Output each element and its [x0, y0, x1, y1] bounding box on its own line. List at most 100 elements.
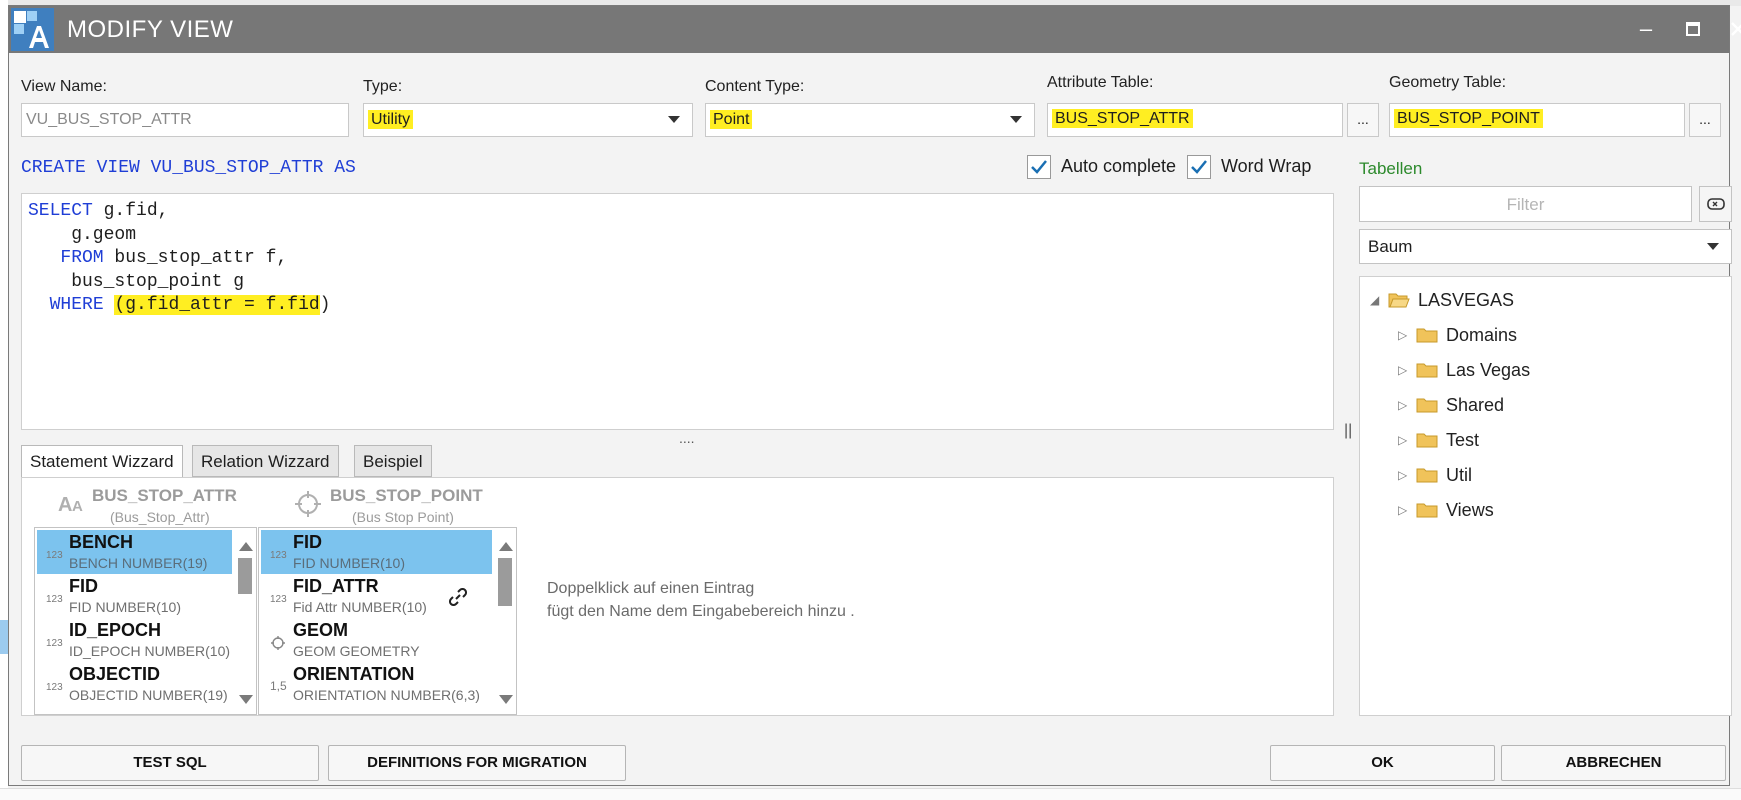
- left-column-list[interactable]: 123 BENCH BENCH NUMBER(19) 123 FID FID N…: [34, 527, 257, 715]
- view-name-field[interactable]: VU_BUS_STOP_ATTR: [21, 103, 349, 137]
- right-table-name: BUS_STOP_POINT: [330, 486, 483, 505]
- number-type-icon: 123: [270, 550, 287, 561]
- left-table-name: BUS_STOP_ATTR: [92, 486, 237, 505]
- expand-triangle-icon: ▷: [1398, 433, 1408, 447]
- chevron-down-icon: [1010, 116, 1022, 123]
- svg-text:A: A: [72, 498, 83, 514]
- minimize-button[interactable]: –: [1628, 12, 1664, 46]
- clear-filter-button[interactable]: [1699, 186, 1732, 222]
- geometry-table-field[interactable]: BUS_STOP_POINT: [1389, 103, 1685, 137]
- number-type-icon: 123: [46, 638, 63, 649]
- right-column-list[interactable]: 123 FID FID NUMBER(10) 123 FID_ATTR Fid …: [258, 527, 517, 715]
- content-type-value: Point: [710, 110, 753, 129]
- modify-view-dialog: MODIFY VIEW – View Name: VU_BUS_STOP_ATT…: [8, 5, 1741, 786]
- view-mode-select[interactable]: Baum: [1359, 229, 1732, 264]
- list-item[interactable]: 123 FID_ATTR Fid Attr NUMBER(10): [261, 574, 492, 618]
- scroll-up-icon[interactable]: [499, 542, 513, 551]
- background-app-sidebar: [0, 0, 8, 799]
- view-mode-value: Baum: [1368, 237, 1413, 256]
- filter-input[interactable]: Filter: [1359, 186, 1692, 222]
- number-type-icon: 123: [270, 594, 287, 605]
- maximize-icon: [1686, 22, 1700, 36]
- wizard-hint: Doppelklick auf einen Eintrag fügt den N…: [547, 580, 855, 620]
- list-item[interactable]: 1,5 ORIENTATION ORIENTATION NUMBER(6,3): [261, 662, 492, 706]
- type-label: Type:: [363, 78, 403, 95]
- crosshair-icon: [295, 491, 321, 517]
- attribute-table-value: BUS_STOP_ATTR: [1052, 109, 1193, 128]
- title-bar[interactable]: MODIFY VIEW –: [9, 6, 1741, 53]
- close-icon: [1731, 22, 1741, 36]
- content-type-label: Content Type:: [705, 78, 805, 95]
- background-selected-row: [0, 620, 8, 654]
- attribute-table-browse-button[interactable]: ...: [1347, 103, 1379, 137]
- attribute-table-label: Attribute Table:: [1047, 74, 1154, 91]
- expand-triangle-icon: ▷: [1398, 398, 1408, 412]
- close-button[interactable]: [1720, 12, 1741, 46]
- auto-complete-checkbox[interactable]: [1027, 155, 1051, 179]
- create-view-statement: CREATE VIEW VU_BUS_STOP_ATTR AS: [21, 158, 356, 178]
- tab-relation-wizzard[interactable]: Relation Wizzard: [192, 445, 339, 477]
- expand-triangle-icon: ▷: [1398, 328, 1408, 342]
- auto-complete-label: Auto complete: [1061, 156, 1177, 176]
- attribute-table-field[interactable]: BUS_STOP_ATTR: [1047, 103, 1343, 137]
- checkmark-icon: [1031, 160, 1047, 174]
- vertical-splitter[interactable]: ||: [1344, 422, 1352, 440]
- background-app-bottom: [0, 788, 1741, 800]
- app-logo-icon: [11, 8, 54, 51]
- right-list-scrollbar[interactable]: [494, 528, 516, 714]
- table-tree[interactable]: ◢ LASVEGAS ▷ Domains ▷ Las Vegas ▷ Share…: [1359, 276, 1732, 716]
- folder-icon: [1416, 328, 1438, 343]
- list-item[interactable]: GEOM GEOM GEOMETRY: [261, 618, 492, 662]
- maximize-button[interactable]: [1675, 12, 1711, 46]
- expand-triangle-icon: ▷: [1398, 363, 1408, 377]
- window-title: MODIFY VIEW: [67, 16, 234, 43]
- folder-icon: [1416, 468, 1438, 483]
- left-table-alias: (Bus_Stop_Attr): [110, 509, 210, 525]
- scroll-thumb[interactable]: [238, 558, 252, 594]
- scroll-up-icon[interactable]: [239, 542, 253, 551]
- list-item[interactable]: 123 FID FID NUMBER(10): [261, 530, 492, 574]
- word-wrap-checkbox[interactable]: [1187, 155, 1211, 179]
- tab-beispiel[interactable]: Beispiel: [354, 445, 432, 477]
- ok-button[interactable]: OK: [1270, 745, 1495, 781]
- svg-text:A: A: [58, 494, 72, 514]
- horizontal-splitter[interactable]: ....: [679, 430, 695, 446]
- scroll-thumb[interactable]: [498, 558, 512, 606]
- chevron-down-icon: [668, 116, 680, 123]
- geometry-table-browse-button[interactable]: ...: [1689, 103, 1721, 137]
- statement-wizzard-panel: A A BUS_STOP_ATTR (Bus_Stop_Attr) 123 BE…: [21, 477, 1334, 716]
- view-name-value: VU_BUS_STOP_ATTR: [26, 111, 192, 128]
- checkmark-icon: [1191, 160, 1207, 174]
- decimal-type-icon: 1,5: [270, 679, 287, 693]
- link-icon[interactable]: [449, 588, 467, 606]
- word-wrap-label: Word Wrap: [1221, 156, 1312, 176]
- scroll-down-icon[interactable]: [239, 695, 253, 704]
- geometry-table-value: BUS_STOP_POINT: [1394, 109, 1543, 128]
- view-name-label: View Name:: [21, 78, 107, 95]
- highlighted-join-condition: (g.fid_attr = f.fid: [114, 295, 320, 315]
- folder-icon: [1416, 503, 1438, 518]
- number-type-icon: 123: [46, 550, 63, 561]
- eraser-icon: [1707, 198, 1725, 210]
- geometry-type-icon: [271, 636, 285, 650]
- test-sql-button[interactable]: TEST SQL: [21, 745, 319, 781]
- left-list-scrollbar[interactable]: [234, 528, 256, 714]
- list-item[interactable]: 123 BENCH BENCH NUMBER(19): [37, 530, 232, 574]
- definitions-for-migration-button[interactable]: DEFINITIONS FOR MIGRATION: [328, 745, 626, 781]
- list-item[interactable]: 123 OBJECTID OBJECTID NUMBER(19): [37, 662, 232, 706]
- tables-panel-title: Tabellen: [1359, 159, 1423, 178]
- type-select[interactable]: Utility: [363, 103, 693, 137]
- content-type-select[interactable]: Point: [705, 103, 1035, 137]
- tab-statement-wizzard[interactable]: Statement Wizzard: [21, 445, 183, 478]
- expand-triangle-icon: ▷: [1398, 468, 1408, 482]
- cancel-button[interactable]: ABBRECHEN: [1501, 745, 1726, 781]
- sql-editor[interactable]: SELECT g.fid, g.geom FROM bus_stop_attr …: [21, 193, 1334, 430]
- right-table-alias: (Bus Stop Point): [352, 509, 454, 525]
- list-item[interactable]: 123 ID_EPOCH ID_EPOCH NUMBER(10): [37, 618, 232, 662]
- open-folder-icon: [1388, 293, 1410, 308]
- number-type-icon: 123: [46, 682, 63, 693]
- expand-triangle-icon: ▷: [1398, 503, 1408, 517]
- type-value: Utility: [368, 110, 414, 129]
- scroll-down-icon[interactable]: [499, 695, 513, 704]
- list-item[interactable]: 123 FID FID NUMBER(10): [37, 574, 232, 618]
